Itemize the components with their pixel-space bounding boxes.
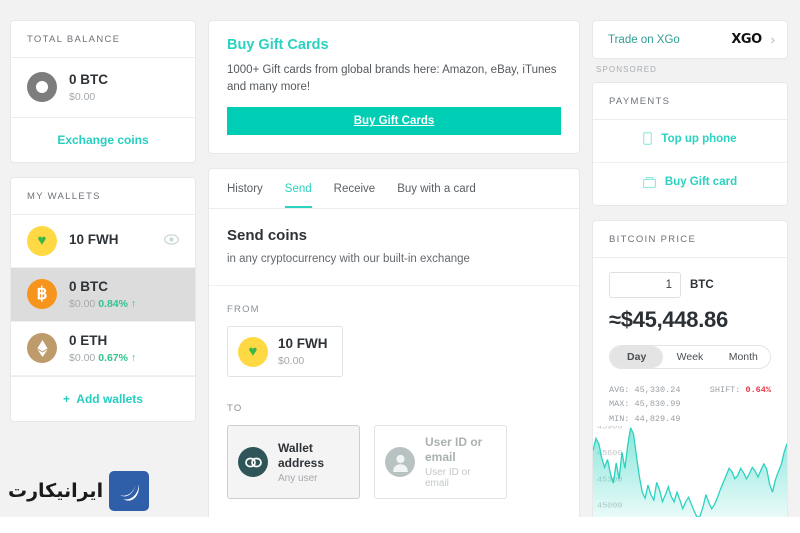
- watermark-logo-icon: [109, 471, 150, 511]
- gift-cards-heading: Buy Gift Cards: [227, 37, 329, 53]
- send-header: Send coins in any cryptocurrency with ou…: [209, 209, 579, 287]
- fwh-heart-icon: ♥: [238, 336, 268, 367]
- from-wallet-amount: 10 FWH: [278, 336, 328, 352]
- wallet-fiat-value: $0.00: [69, 297, 96, 310]
- trade-on-xgo-label: Trade on XGo: [608, 33, 680, 46]
- total-balance-title: TOTAL BALANCE: [11, 21, 195, 58]
- plus-icon: +: [63, 391, 71, 406]
- wallet-row[interactable]: ♥ 10 FWH: [11, 215, 195, 268]
- from-label: FROM: [227, 304, 260, 316]
- wallet-fiat: $0.00 0.84% ↑: [69, 298, 179, 310]
- btc-grey-circle-icon: [27, 72, 57, 103]
- from-wallet-selector[interactable]: ♥ 10 FWH $0.00: [227, 326, 343, 378]
- my-wallets-card: MY WALLETS ♥ 10 FWH ฿ 0 BTC $0.00 0.84% …: [10, 176, 196, 422]
- to-label: TO: [227, 403, 243, 415]
- range-month[interactable]: Month: [717, 346, 770, 368]
- bitcoin-price-title: BITCOIN PRICE: [593, 221, 787, 258]
- payment-item-buy-gift-card[interactable]: Buy Gift card: [593, 163, 787, 205]
- payment-item-label: Top up phone: [661, 132, 737, 145]
- tab-buy-with-a-card[interactable]: Buy with a card: [397, 169, 476, 208]
- main-content: Buy Gift Cards 1000+ Gift cards from glo…: [208, 20, 580, 533]
- to-option-placeholder: User ID or email: [425, 467, 471, 490]
- wallet-fiat-value: $0.00: [69, 351, 96, 364]
- chevron-right-icon: ›: [770, 32, 775, 47]
- wallet-row[interactable]: ฿ 0 BTC $0.00 0.84% ↑: [11, 267, 195, 322]
- range-day[interactable]: Day: [610, 346, 664, 368]
- gift-cards-text: 1000+ Gift cards from global brands here…: [227, 64, 557, 93]
- ethereum-icon: [27, 333, 57, 364]
- wallet-change: 0.84% ↑: [98, 297, 137, 310]
- wallet-fiat: $0.00 0.67% ↑: [69, 352, 179, 364]
- xgo-logo-icon: XGO: [731, 32, 762, 47]
- chart-y-tick: 45900: [597, 426, 623, 431]
- exchange-coins-footer: Exchange coins: [11, 116, 195, 162]
- wallet-change: 0.67% ↑: [98, 351, 137, 364]
- to-option-user-id-email[interactable]: User ID or email User ID or email: [374, 425, 507, 500]
- my-wallets-title: MY WALLETS: [11, 178, 195, 215]
- price-stats: AVG: 45,330.24 MAX: 45,830.99 MIN: 44,82…: [609, 383, 771, 426]
- user-avatar-icon: [385, 447, 415, 478]
- buy-gift-cards-button[interactable]: Buy Gift Cards: [227, 107, 561, 136]
- to-option-title: Wallet address: [278, 440, 325, 470]
- add-wallets-footer: + Add wallets: [11, 375, 195, 421]
- payment-item-top-up-phone[interactable]: Top up phone: [593, 120, 787, 163]
- bitcoin-icon: ฿: [27, 279, 57, 310]
- to-option-sub: Any user: [278, 472, 318, 484]
- send-title: Send coins: [227, 227, 308, 245]
- to-option-title: User ID or email: [425, 435, 483, 465]
- bottom-strip: [0, 517, 800, 533]
- sponsored-label: SPONSORED: [596, 65, 658, 74]
- tab-receive[interactable]: Receive: [334, 169, 376, 208]
- watermark: ایرانیکارت: [8, 471, 150, 511]
- gift-bag-icon: [642, 176, 656, 188]
- wallet-amount: 0 ETH: [69, 332, 108, 348]
- payments-title: PAYMENTS: [593, 83, 787, 120]
- bitcoin-price-value: ≈$45,448.86: [609, 307, 728, 332]
- tab-bar: History Send Receive Buy with a card: [209, 169, 579, 210]
- to-section: TO Wallet address Any user User ID or em…: [227, 403, 561, 500]
- stat-min: MIN: 44,829.49: [609, 413, 681, 424]
- send-subtitle: in any cryptocurrency with our built-in …: [227, 253, 470, 266]
- payments-card: PAYMENTS Top up phone Buy Gift card: [592, 82, 788, 206]
- total-balance-fiat: $0.00: [69, 90, 96, 103]
- left-sidebar: TOTAL BALANCE 0 BTC $0.00 Exchange coins…: [10, 20, 196, 533]
- btc-amount-input[interactable]: [609, 272, 681, 298]
- bitcoin-price-card: BITCOIN PRICE BTC ≈$45,448.86 Day Week M…: [592, 220, 788, 533]
- total-balance-amount: 0 BTC: [69, 72, 109, 87]
- wallet-amount: 10 FWH: [69, 232, 119, 248]
- gift-cards-banner: Buy Gift Cards 1000+ Gift cards from glo…: [208, 20, 580, 155]
- range-week[interactable]: Week: [663, 346, 716, 368]
- stat-shift: SHIFT: 0.64%: [709, 385, 771, 395]
- bitcoin-price-body: BTC ≈$45,448.86 Day Week Month AVG: 45,3…: [593, 258, 787, 426]
- right-sidebar: Trade on XGo XGO › SPONSORED PAYMENTS To…: [592, 20, 788, 533]
- currency-label: BTC: [690, 279, 714, 291]
- chain-link-icon: [238, 447, 268, 478]
- send-panel: History Send Receive Buy with a card Sen…: [208, 168, 580, 533]
- range-selector: Day Week Month: [609, 345, 771, 369]
- wallet-row[interactable]: 0 ETH $0.00 0.67% ↑: [11, 322, 195, 376]
- wallet-amount: 0 BTC: [69, 278, 109, 294]
- fwh-heart-icon: ♥: [27, 225, 57, 256]
- add-wallets-label: Add wallets: [76, 391, 143, 406]
- to-option-wallet-address[interactable]: Wallet address Any user: [227, 425, 360, 500]
- stat-avg: AVG: 45,330.24: [609, 385, 681, 395]
- exchange-coins-link[interactable]: Exchange coins: [57, 133, 148, 147]
- to-options: Wallet address Any user User ID or email…: [227, 425, 561, 500]
- send-form: FROM ♥ 10 FWH $0.00 TO Wallet address An…: [209, 286, 579, 529]
- dashboard: TOTAL BALANCE 0 BTC $0.00 Exchange coins…: [0, 0, 800, 533]
- amount-line: BTC: [609, 272, 771, 298]
- from-wallet-fiat: $0.00: [278, 355, 305, 368]
- tab-send[interactable]: Send: [284, 169, 312, 209]
- stat-max: MAX: 45,830.99: [609, 399, 681, 410]
- shift-value: 0.64%: [745, 385, 771, 395]
- total-balance-row: 0 BTC $0.00: [11, 58, 195, 117]
- tab-history[interactable]: History: [227, 169, 263, 208]
- total-balance-card: TOTAL BALANCE 0 BTC $0.00 Exchange coins: [10, 20, 196, 163]
- eye-icon[interactable]: [164, 232, 179, 250]
- watermark-text: ایرانیکارت: [8, 480, 104, 502]
- add-wallets-button[interactable]: + Add wallets: [63, 392, 143, 406]
- phone-icon: [643, 132, 653, 145]
- payment-item-label: Buy Gift card: [664, 176, 738, 188]
- trade-on-xgo-banner[interactable]: Trade on XGo XGO ›: [592, 20, 788, 59]
